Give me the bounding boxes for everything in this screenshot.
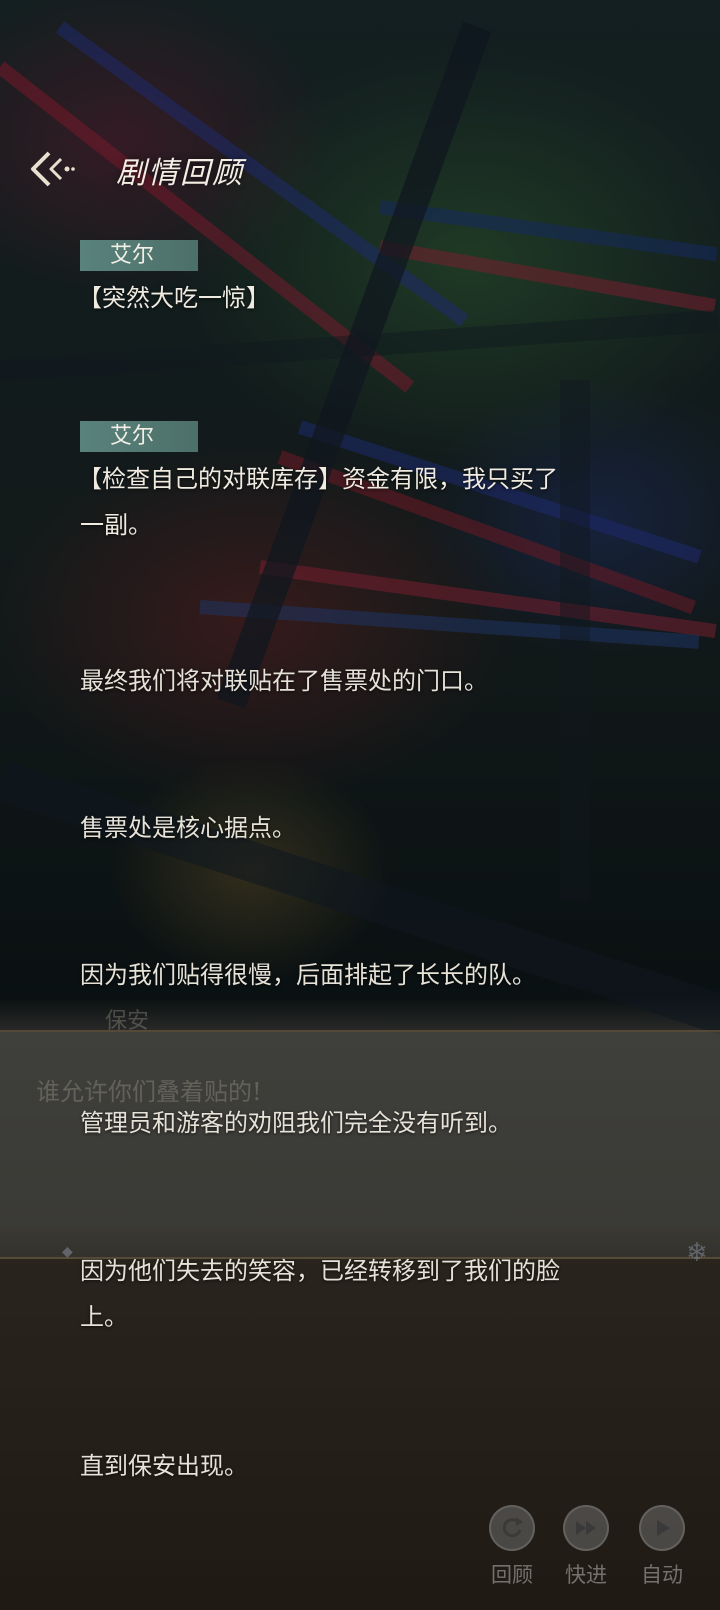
review-label: 回顾	[491, 1563, 533, 1587]
log-entry: 直到保安出现。	[80, 1443, 650, 1489]
speaker-tag: 艾尔	[80, 421, 198, 452]
log-entry: 艾尔 【突然大吃一惊】	[78, 240, 650, 321]
narration-line: 售票处是核心据点。	[80, 814, 296, 842]
log-entry: 因为他们失去的笑容，已经转移到了我们的脸 上。	[80, 1248, 650, 1340]
back-button[interactable]	[25, 146, 79, 192]
skip-button[interactable]: 快进	[556, 1505, 616, 1589]
log-entry: 售票处是核心据点。	[80, 805, 650, 851]
log-entry: 艾尔 【检查自己的对联库存】资金有限，我只买了 一副。	[78, 421, 650, 548]
auto-label: 自动	[641, 1563, 683, 1587]
log-header: JUQING HUIGU 剧情回顾	[0, 140, 720, 200]
dialogue-line: 【突然大吃一惊】	[78, 284, 270, 312]
playback-controls: 回顾 快进 自动	[480, 1505, 720, 1605]
skip-label: 快进	[565, 1563, 607, 1587]
log-entry: 因为我们贴得很慢，后面排起了长长的队。	[80, 952, 650, 998]
dialogue-line: 一副。	[80, 511, 152, 539]
narration-line: 因为我们贴得很慢，后面排起了长长的队。	[80, 961, 536, 989]
narration-line: 管理员和游客的劝阻我们完全没有听到。	[80, 1109, 512, 1137]
narration-line: 最终我们将对联贴在了售票处的门口。	[80, 667, 488, 695]
log-entry: 最终我们将对联贴在了售票处的门口。	[80, 658, 650, 704]
rewind-icon	[502, 1517, 523, 1538]
auto-button[interactable]: 自动	[632, 1505, 692, 1589]
narration-line: 上。	[80, 1303, 128, 1331]
speaker-tag: 艾尔	[80, 240, 198, 271]
page-title: 剧情回顾	[116, 156, 244, 191]
review-button[interactable]: 回顾	[482, 1505, 542, 1589]
log-entry: 管理员和游客的劝阻我们完全没有听到。	[80, 1100, 650, 1146]
narration-line: 因为他们失去的笑容，已经转移到了我们的脸	[80, 1257, 560, 1285]
back-arrow-icon	[31, 151, 75, 187]
fast-forward-icon	[576, 1521, 596, 1535]
play-icon	[657, 1520, 670, 1536]
dialogue-line: 【检查自己的对联库存】资金有限，我只买了	[78, 465, 558, 493]
narration-line: 直到保安出现。	[80, 1452, 248, 1480]
